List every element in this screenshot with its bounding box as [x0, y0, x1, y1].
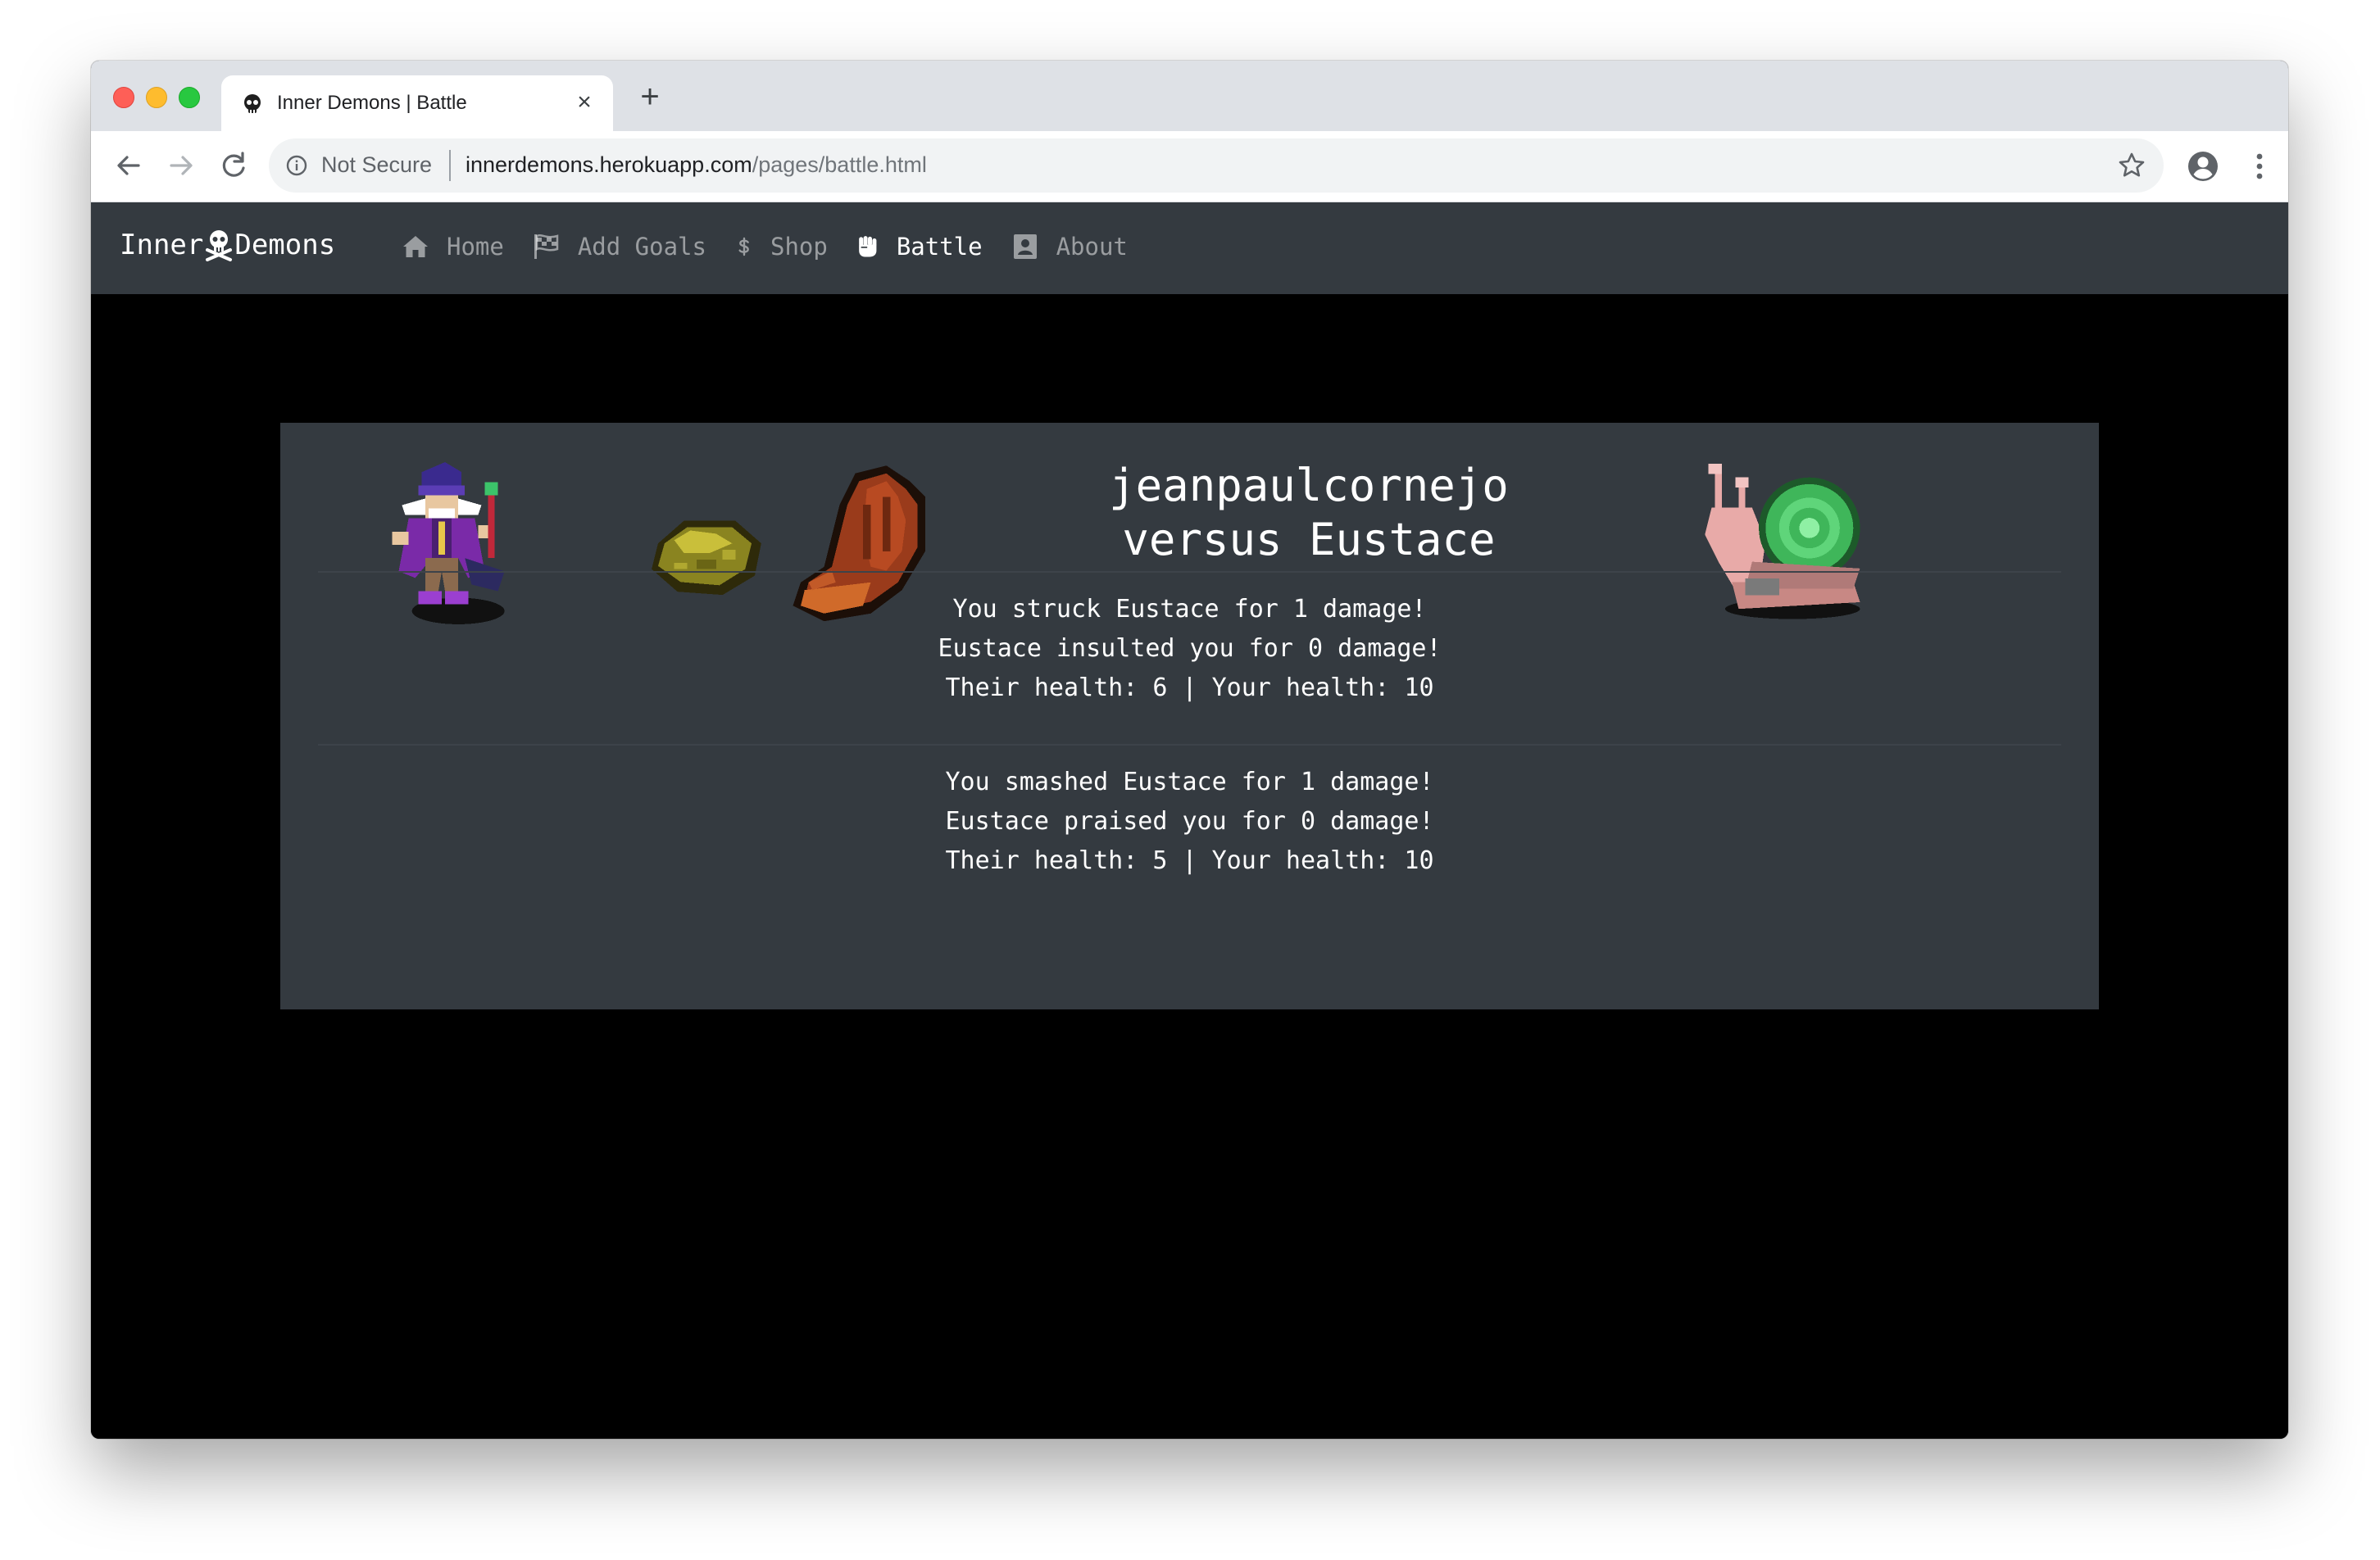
info-icon[interactable] — [285, 154, 308, 177]
log-action: You smashed Eustace for 1 damage! — [945, 768, 1434, 796]
log-health: Their health: 5 | Your health: 10 — [945, 846, 1434, 875]
bookmark-star-icon[interactable] — [2116, 150, 2147, 181]
brand-right: Demons — [234, 229, 336, 261]
nav-home[interactable]: Home — [401, 232, 504, 261]
battle-card: jeanpaulcornejo versus Eustace You struc… — [280, 423, 2099, 1009]
url-separator — [449, 150, 451, 181]
skull-favicon-icon — [244, 94, 261, 113]
new-tab-button[interactable]: + — [632, 79, 668, 115]
home-icon — [403, 236, 428, 257]
forward-button[interactable] — [161, 146, 201, 185]
minimize-window-button[interactable] — [146, 87, 167, 108]
battle-heading: jeanpaulcornejo versus Eustace — [977, 459, 1641, 567]
nav-add-goals[interactable]: Add Goals — [532, 232, 706, 261]
skull-crossbones-icon — [206, 230, 233, 261]
brand-logo[interactable]: Inner Demons — [120, 229, 335, 261]
reload-icon — [222, 152, 245, 177]
tab-title: Inner Demons | Battle — [277, 92, 467, 114]
browser-toolbar: Not Secure innerdemons.herokuapp.com/pag… — [91, 131, 2288, 202]
dollar-icon — [738, 237, 749, 256]
maximize-window-button[interactable] — [179, 87, 200, 108]
address-bar[interactable]: Not Secure innerdemons.herokuapp.com/pag… — [269, 138, 2164, 193]
forward-arrow-icon — [170, 156, 193, 175]
nav-battle[interactable]: Battle — [856, 232, 983, 261]
nav-add-goals-label: Add Goals — [577, 233, 706, 261]
log-response: Eustace insulted you for 0 damage! — [938, 634, 1442, 663]
back-arrow-icon — [117, 156, 140, 175]
close-window-button[interactable] — [113, 87, 134, 108]
nav-links: Home Add Goals Shop Battle About — [401, 232, 1156, 261]
url-domain: innerdemons.herokuapp.com — [466, 152, 752, 177]
nav-shop[interactable]: Shop — [734, 232, 828, 261]
url-path: /pages/battle.html — [752, 152, 927, 177]
fist-icon — [858, 236, 877, 257]
log-divider-2 — [318, 744, 2061, 746]
browser-menu-icon[interactable] — [2242, 149, 2277, 184]
log-divider-1 — [318, 571, 2061, 573]
contact-card-icon — [1013, 234, 1037, 259]
nav-shop-label: Shop — [770, 233, 828, 261]
profile-avatar-icon[interactable] — [2186, 149, 2220, 184]
nav-battle-label: Battle — [896, 233, 983, 261]
log-response: Eustace praised you for 0 damage! — [945, 807, 1434, 836]
log-health: Their health: 6 | Your health: 10 — [945, 673, 1434, 702]
nav-home-label: Home — [447, 233, 504, 261]
gold-ore-item — [644, 505, 769, 601]
nav-about[interactable]: About — [1011, 232, 1128, 261]
battle-log-entry: You smashed Eustace for 1 damage! Eustac… — [280, 763, 2099, 881]
brand-left: Inner — [120, 229, 204, 261]
web-page: Inner Demons Home Add Goals Shop Battle … — [91, 202, 2288, 1439]
log-action: You struck Eustace for 1 damage! — [952, 595, 1427, 624]
browser-tab-active[interactable]: Inner Demons | Battle × — [221, 75, 613, 131]
site-navbar: Inner Demons Home Add Goals Shop Battle … — [91, 202, 2288, 294]
player-name: jeanpaulcornejo — [1109, 460, 1509, 511]
versus-line: versus Eustace — [1122, 514, 1496, 565]
nav-about-label: About — [1056, 233, 1128, 261]
url-text[interactable]: innerdemons.herokuapp.com/pages/battle.h… — [466, 152, 927, 178]
tab-strip: Inner Demons | Battle × + — [91, 61, 2288, 131]
checkered-flag-icon — [534, 234, 559, 259]
battle-log-entry: You struck Eustace for 1 damage! Eustace… — [280, 590, 2099, 708]
back-button[interactable] — [109, 146, 148, 185]
reload-button[interactable] — [214, 146, 253, 185]
security-label[interactable]: Not Secure — [321, 152, 432, 178]
tab-close-icon[interactable]: × — [570, 88, 598, 116]
browser-window: Inner Demons | Battle × + Not Secure inn… — [91, 61, 2288, 1439]
